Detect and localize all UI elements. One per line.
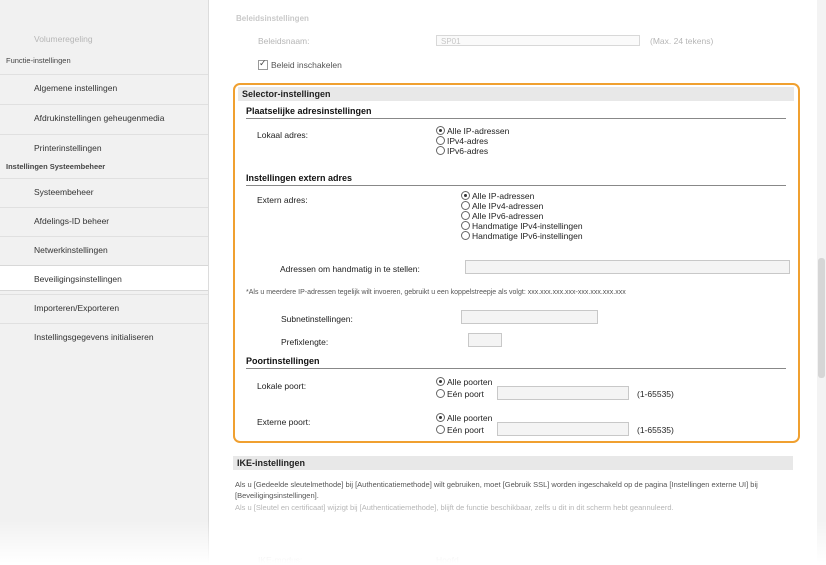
local-port-label: Lokale poort: xyxy=(257,381,307,391)
local-port-input[interactable] xyxy=(497,386,629,400)
policy-enable-checkbox[interactable] xyxy=(258,58,268,70)
subnet-input[interactable] xyxy=(461,310,598,324)
sidebar-item-systeembeheer[interactable]: Systeembeheer xyxy=(0,178,208,204)
sidebar-item-afdrukinstellingen-geheugenmedia[interactable]: Afdrukinstellingen geheugenmedia xyxy=(0,104,208,130)
radio-icon[interactable] xyxy=(461,211,470,221)
sidebar-item-netwerkinstellingen[interactable]: Netwerkinstellingen xyxy=(0,236,208,262)
local-port-range: (1-65535) xyxy=(637,389,674,399)
radio-selected-icon[interactable] xyxy=(436,413,445,423)
external-port-label: Externe poort: xyxy=(257,417,311,427)
radio-selected-icon[interactable] xyxy=(461,191,470,201)
prefix-length-input[interactable] xyxy=(468,333,502,347)
sidebar: Volumeregeling Functie-instellingen Alge… xyxy=(0,0,209,563)
sidebar-item-algemene-instellingen[interactable]: Algemene instellingen xyxy=(0,74,208,100)
local-opt-all[interactable]: Alle IP-adressen xyxy=(436,126,509,136)
external-port-range: (1-65535) xyxy=(637,425,674,435)
ike-title: IKE-instellingen xyxy=(233,456,793,470)
external-port-all[interactable]: Alle poorten xyxy=(436,413,492,423)
manual-address-input[interactable] xyxy=(465,260,790,274)
radio-icon[interactable] xyxy=(461,221,470,231)
selector-title: Selector-instellingen xyxy=(238,87,794,101)
local-opt-ipv6[interactable]: IPv6-adres xyxy=(436,146,488,156)
policy-enable-row[interactable]: Beleid inschakelen xyxy=(258,58,342,71)
divider xyxy=(246,118,786,119)
sidebar-item-instellingsgegevens-initialiseren[interactable]: Instellingsgegevens initialiseren xyxy=(0,323,208,349)
radio-selected-icon[interactable] xyxy=(436,377,445,387)
radio-icon[interactable] xyxy=(436,389,445,399)
external-address-label: Extern adres: xyxy=(257,195,308,205)
sidebar-item-printerinstellingen[interactable]: Printerinstellingen xyxy=(0,134,208,160)
local-opt-ipv4[interactable]: IPv4-adres xyxy=(436,136,488,146)
divider xyxy=(246,185,786,186)
policy-enable-label: Beleid inschakelen xyxy=(271,60,342,70)
policy-section-title: Beleidsinstellingen xyxy=(236,14,309,23)
ike-para-1: Als u [Gedeelde sleutelmethode] bij [Aut… xyxy=(235,480,758,500)
external-opt-manual-ipv6[interactable]: Handmatige IPv6-instellingen xyxy=(461,231,583,241)
port-settings-title: Poortinstellingen xyxy=(246,356,320,366)
external-opt-all-ipv4[interactable]: Alle IPv4-adressen xyxy=(461,201,543,211)
manual-address-label: Adressen om handmatig in te stellen: xyxy=(280,264,420,274)
external-opt-manual-ipv4[interactable]: Handmatige IPv4-instellingen xyxy=(461,221,583,231)
external-opt-all[interactable]: Alle IP-adressen xyxy=(461,191,534,201)
ike-para-2: Als u [Sleutel en certificaat] wijzigt b… xyxy=(235,503,674,512)
divider xyxy=(246,368,786,369)
subnet-label: Subnetinstellingen: xyxy=(281,314,353,324)
radio-icon[interactable] xyxy=(461,201,470,211)
prefix-length-label: Prefixlengte: xyxy=(281,337,329,347)
radio-icon[interactable] xyxy=(436,136,445,146)
policy-name-input[interactable]: SP01 xyxy=(436,35,640,46)
sidebar-section-functie-instellingen: Functie-instellingen xyxy=(6,56,71,65)
local-address-title: Plaatselijke adresinstellingen xyxy=(246,106,372,116)
sidebar-item-beveiligingsinstellingen[interactable]: Beveiligingsinstellingen xyxy=(0,265,208,291)
external-opt-all-ipv6[interactable]: Alle IPv6-adressen xyxy=(461,211,543,221)
external-address-title: Instellingen extern adres xyxy=(246,173,353,183)
sidebar-item-afdelings-id-beheer[interactable]: Afdelings-ID beheer xyxy=(0,207,208,233)
sidebar-item-importeren-exporteren[interactable]: Importeren/Exporteren xyxy=(0,294,208,320)
radio-icon[interactable] xyxy=(436,146,445,156)
sidebar-section-systeembeheer: Instellingen Systeembeheer xyxy=(6,162,106,171)
external-port-input[interactable] xyxy=(497,422,629,436)
local-port-one[interactable]: Eén poort xyxy=(436,389,484,399)
local-address-label: Lokaal adres: xyxy=(257,130,309,140)
policy-name-hint: (Max. 24 tekens) xyxy=(650,36,714,46)
external-port-one[interactable]: Eén poort xyxy=(436,425,484,435)
radio-icon[interactable] xyxy=(461,231,470,241)
local-port-all[interactable]: Alle poorten xyxy=(436,377,492,387)
radio-icon[interactable] xyxy=(436,425,445,435)
sidebar-item-volumeregeling[interactable]: Volumeregeling xyxy=(0,26,208,52)
bottom-fade xyxy=(0,520,826,563)
scrollbar-thumb[interactable] xyxy=(818,258,825,378)
multi-ip-note: *Als u meerdere IP-adressen tegelijk wil… xyxy=(246,289,626,296)
policy-name-label: Beleidsnaam: xyxy=(258,36,310,46)
radio-selected-icon[interactable] xyxy=(436,126,445,136)
